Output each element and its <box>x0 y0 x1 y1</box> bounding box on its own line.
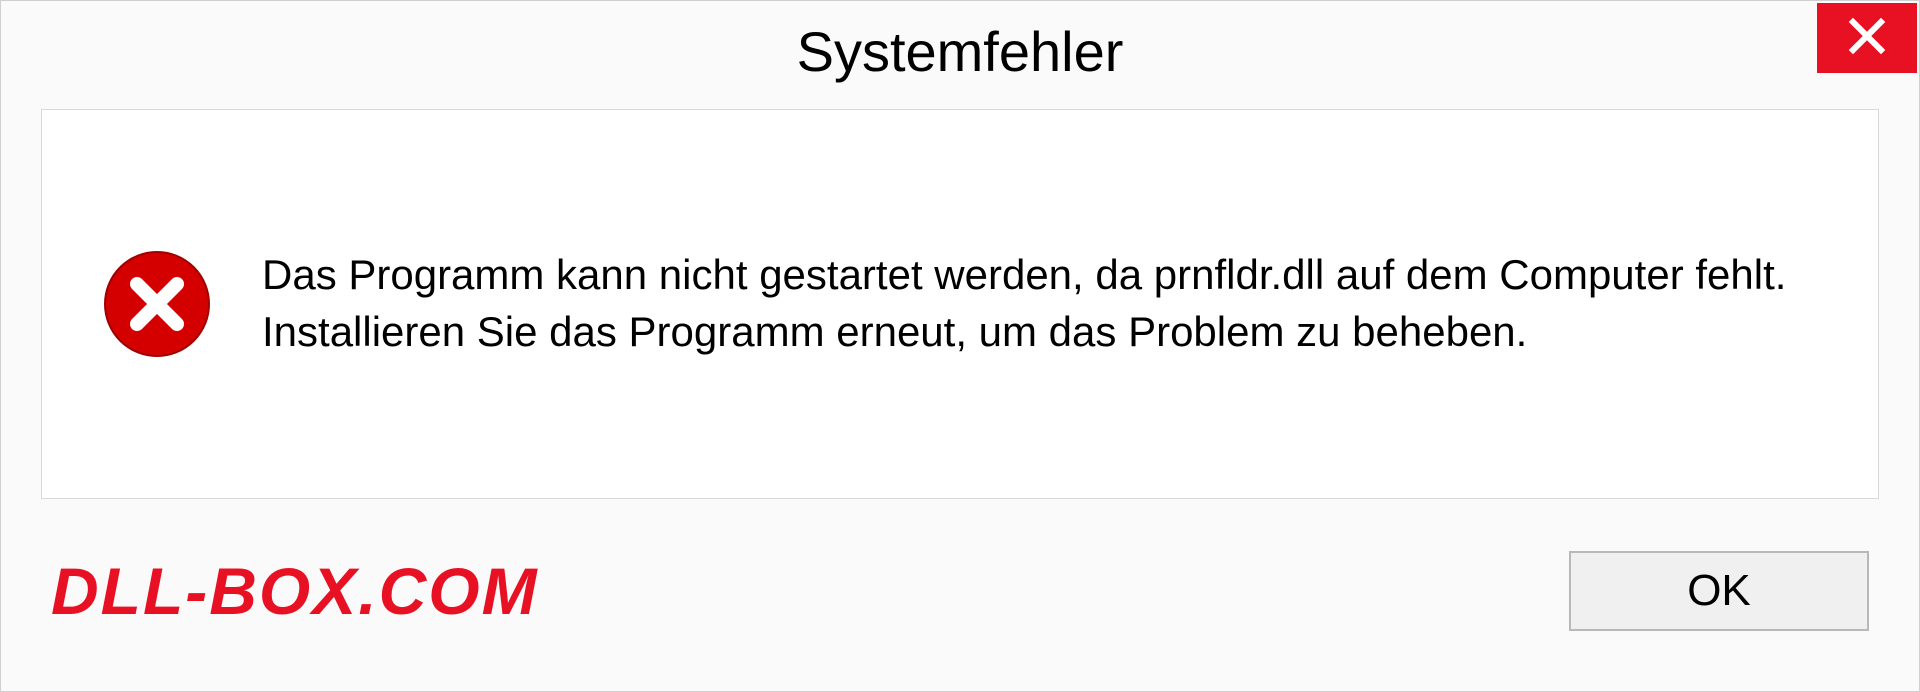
error-icon <box>102 249 212 359</box>
dialog-footer: DLL-BOX.COM OK <box>1 521 1919 691</box>
watermark-text: DLL-BOX.COM <box>51 553 539 629</box>
ok-button-label: OK <box>1687 566 1751 616</box>
dialog-title: Systemfehler <box>797 19 1124 84</box>
titlebar: Systemfehler <box>1 1 1919 101</box>
close-button[interactable] <box>1817 3 1917 73</box>
close-icon <box>1847 16 1887 61</box>
error-message: Das Programm kann nicht gestartet werden… <box>262 247 1818 360</box>
ok-button[interactable]: OK <box>1569 551 1869 631</box>
content-area: Das Programm kann nicht gestartet werden… <box>41 109 1879 499</box>
error-dialog: Systemfehler Das Programm kann nicht ges… <box>0 0 1920 692</box>
